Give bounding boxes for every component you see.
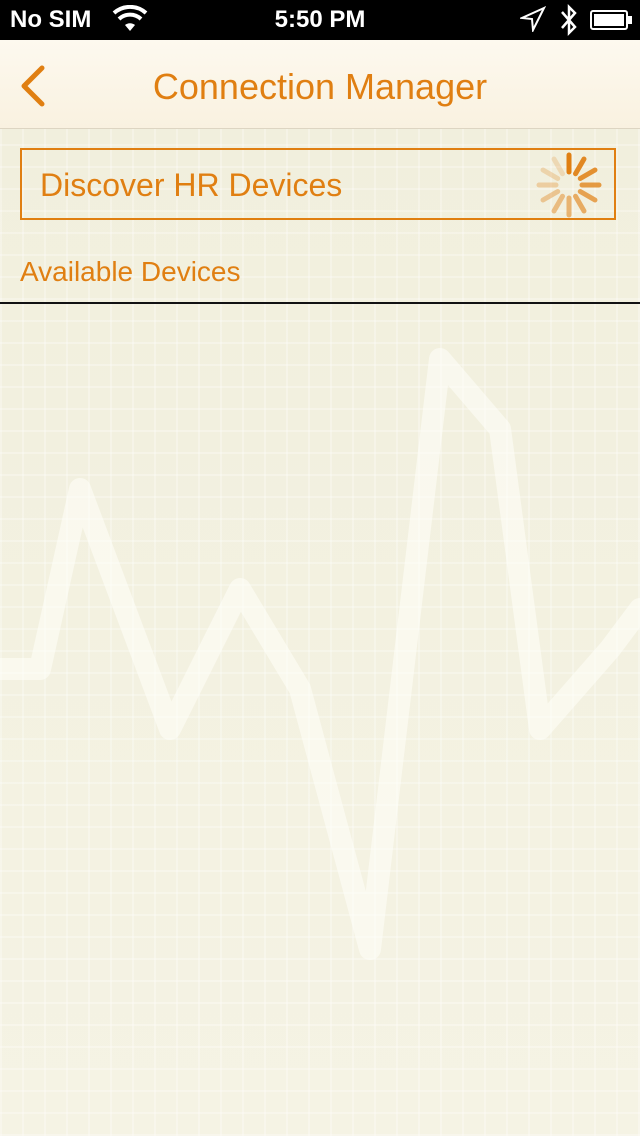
discover-hr-devices-button[interactable]: Discover HR Devices: [20, 148, 616, 220]
page-title: Connection Manager: [152, 66, 488, 107]
activity-spinner-icon: [536, 152, 602, 218]
status-bar: No SIM 5:50 PM: [0, 0, 640, 40]
bluetooth-icon: [561, 3, 577, 37]
device-list: [0, 304, 640, 1136]
content-area: Discover HR Devices Available Devices: [0, 129, 640, 1136]
battery-icon: [590, 10, 632, 30]
available-devices-label: Available Devices: [20, 256, 241, 287]
navigation-bar: Connection Manager: [0, 40, 640, 129]
location-arrow-icon: [520, 6, 546, 32]
discover-button-label: Discover HR Devices: [40, 167, 343, 203]
